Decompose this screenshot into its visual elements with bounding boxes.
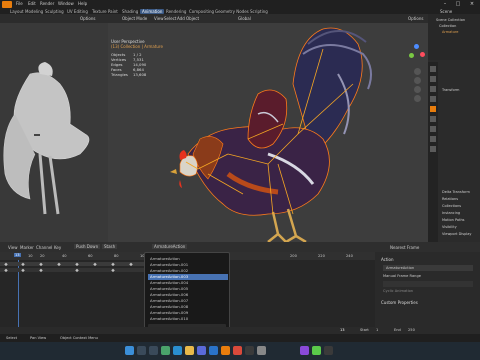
push-down-button[interactable]: Push Down <box>74 244 101 249</box>
constraints-tab-icon[interactable] <box>430 136 436 142</box>
outliner-scene-collection[interactable]: Scene Collection <box>436 18 465 22</box>
prop-viewport-display[interactable]: Viewport Display <box>442 232 472 236</box>
start-label: Start <box>360 328 369 332</box>
store-icon[interactable] <box>197 346 206 355</box>
data-tab-icon[interactable] <box>430 146 436 152</box>
start-icon[interactable] <box>125 346 134 355</box>
settings-icon[interactable] <box>257 346 266 355</box>
end-field[interactable]: 250 <box>408 328 415 332</box>
prop-instancing[interactable]: Instancing <box>442 211 460 215</box>
current-frame-field[interactable]: 13 <box>340 328 345 332</box>
frame-range-fields[interactable] <box>383 281 473 287</box>
custom-properties-section[interactable]: Custom Properties <box>381 300 418 305</box>
prop-transform[interactable]: Transform <box>442 88 459 92</box>
status-select: Select <box>6 336 18 340</box>
mail-icon[interactable] <box>209 346 218 355</box>
modifier-tab-icon[interactable] <box>430 116 436 122</box>
snap-mode[interactable]: Nearest Frame <box>390 245 419 250</box>
main-viewport[interactable]: Object Mode View Select Add Object Globa… <box>108 14 428 242</box>
search-icon[interactable] <box>137 346 146 355</box>
minimize-icon[interactable]: – <box>440 1 450 8</box>
prop-visibility[interactable]: Visibility <box>442 225 457 229</box>
status-bar: Select Pan View Object Context Menu <box>0 334 480 342</box>
manual-frame-range-checkbox[interactable]: Manual Frame Range <box>383 274 421 278</box>
output-tab-icon[interactable] <box>430 86 436 92</box>
stash-button[interactable]: Stash <box>102 244 118 249</box>
action-selector[interactable]: ArmatureAction <box>152 244 188 249</box>
tl-menu-channel[interactable]: Channel <box>36 245 52 250</box>
solid-rooster-model <box>3 62 90 215</box>
task-view-icon[interactable] <box>149 346 158 355</box>
app-icon[interactable] <box>300 346 309 355</box>
dope-sheet-header: View Marker Channel Key Push Down Stash … <box>0 242 480 252</box>
end-label: End <box>394 328 401 332</box>
action-side-panel: Action ArmatureAction Manual Frame Range… <box>375 252 480 334</box>
close-icon[interactable]: × <box>467 1 477 8</box>
blender-icon[interactable] <box>221 346 230 355</box>
action-section-header[interactable]: Action <box>381 257 394 262</box>
tl-menu-marker[interactable]: Marker <box>20 245 34 250</box>
rooster-model[interactable] <box>108 14 428 242</box>
playback-bar: Start 1 End 250 13 <box>0 327 480 334</box>
menu-edit[interactable]: Edit <box>28 1 36 6</box>
action-name-field[interactable]: ArmatureAction <box>383 265 473 271</box>
top-menu-bar: File Edit Render Window Help Layout Mode… <box>0 0 480 14</box>
menu-window[interactable]: Window <box>58 1 74 6</box>
start-field[interactable]: 1 <box>376 328 378 332</box>
physics-tab-icon[interactable] <box>430 126 436 132</box>
blender-logo-icon[interactable] <box>2 1 12 8</box>
explorer-icon[interactable] <box>185 346 194 355</box>
dropdown-item[interactable]: ArmatureAction.010 <box>148 316 228 322</box>
action-dropdown[interactable]: ArmatureAction ArmatureAction.001 Armatu… <box>144 252 230 334</box>
prop-collections[interactable]: Collections <box>442 204 461 208</box>
menu-help[interactable]: Help <box>78 1 87 6</box>
outliner-collection[interactable]: Collection <box>439 24 456 28</box>
prop-relations[interactable]: Relations <box>442 197 458 201</box>
prop-delta-transform[interactable]: Delta Transform <box>442 190 470 194</box>
menu-file[interactable]: File <box>16 1 23 6</box>
outliner-armature[interactable]: Armature <box>442 30 458 34</box>
chrome-icon[interactable] <box>233 346 242 355</box>
maximize-icon[interactable]: □ <box>453 1 463 8</box>
outliner[interactable]: Scene Collection Collection Armature <box>428 14 480 60</box>
menu-render[interactable]: Render <box>40 1 54 6</box>
tl-menu-key[interactable]: Key <box>54 245 61 250</box>
terminal-icon[interactable] <box>245 346 254 355</box>
tl-menu-view[interactable]: View <box>8 245 18 250</box>
app-icon-3[interactable] <box>324 346 333 355</box>
tab-animation[interactable]: Animation <box>140 8 165 14</box>
render-tab-icon[interactable] <box>430 76 436 82</box>
tool-tab-icon[interactable] <box>430 66 436 72</box>
current-frame-indicator[interactable]: 13 <box>14 253 21 257</box>
app-icon-2[interactable] <box>312 346 321 355</box>
properties-tabs[interactable] <box>428 62 438 242</box>
object-tab-icon[interactable] <box>430 106 436 112</box>
cyclic-animation-checkbox[interactable]: Cyclic Animation <box>383 289 413 293</box>
status-context: Object Context Menu <box>60 336 98 340</box>
status-pan: Pan View <box>30 336 47 340</box>
prop-motion-paths[interactable]: Motion Paths <box>442 218 465 222</box>
keyframes[interactable] <box>0 260 144 276</box>
edge-icon[interactable] <box>173 346 182 355</box>
left-viewport[interactable]: Options <box>0 14 108 242</box>
properties-panel: Scene Collection Collection Armature Tra… <box>428 14 480 242</box>
widgets-icon[interactable] <box>161 346 170 355</box>
scene-tab-icon[interactable] <box>430 96 436 102</box>
